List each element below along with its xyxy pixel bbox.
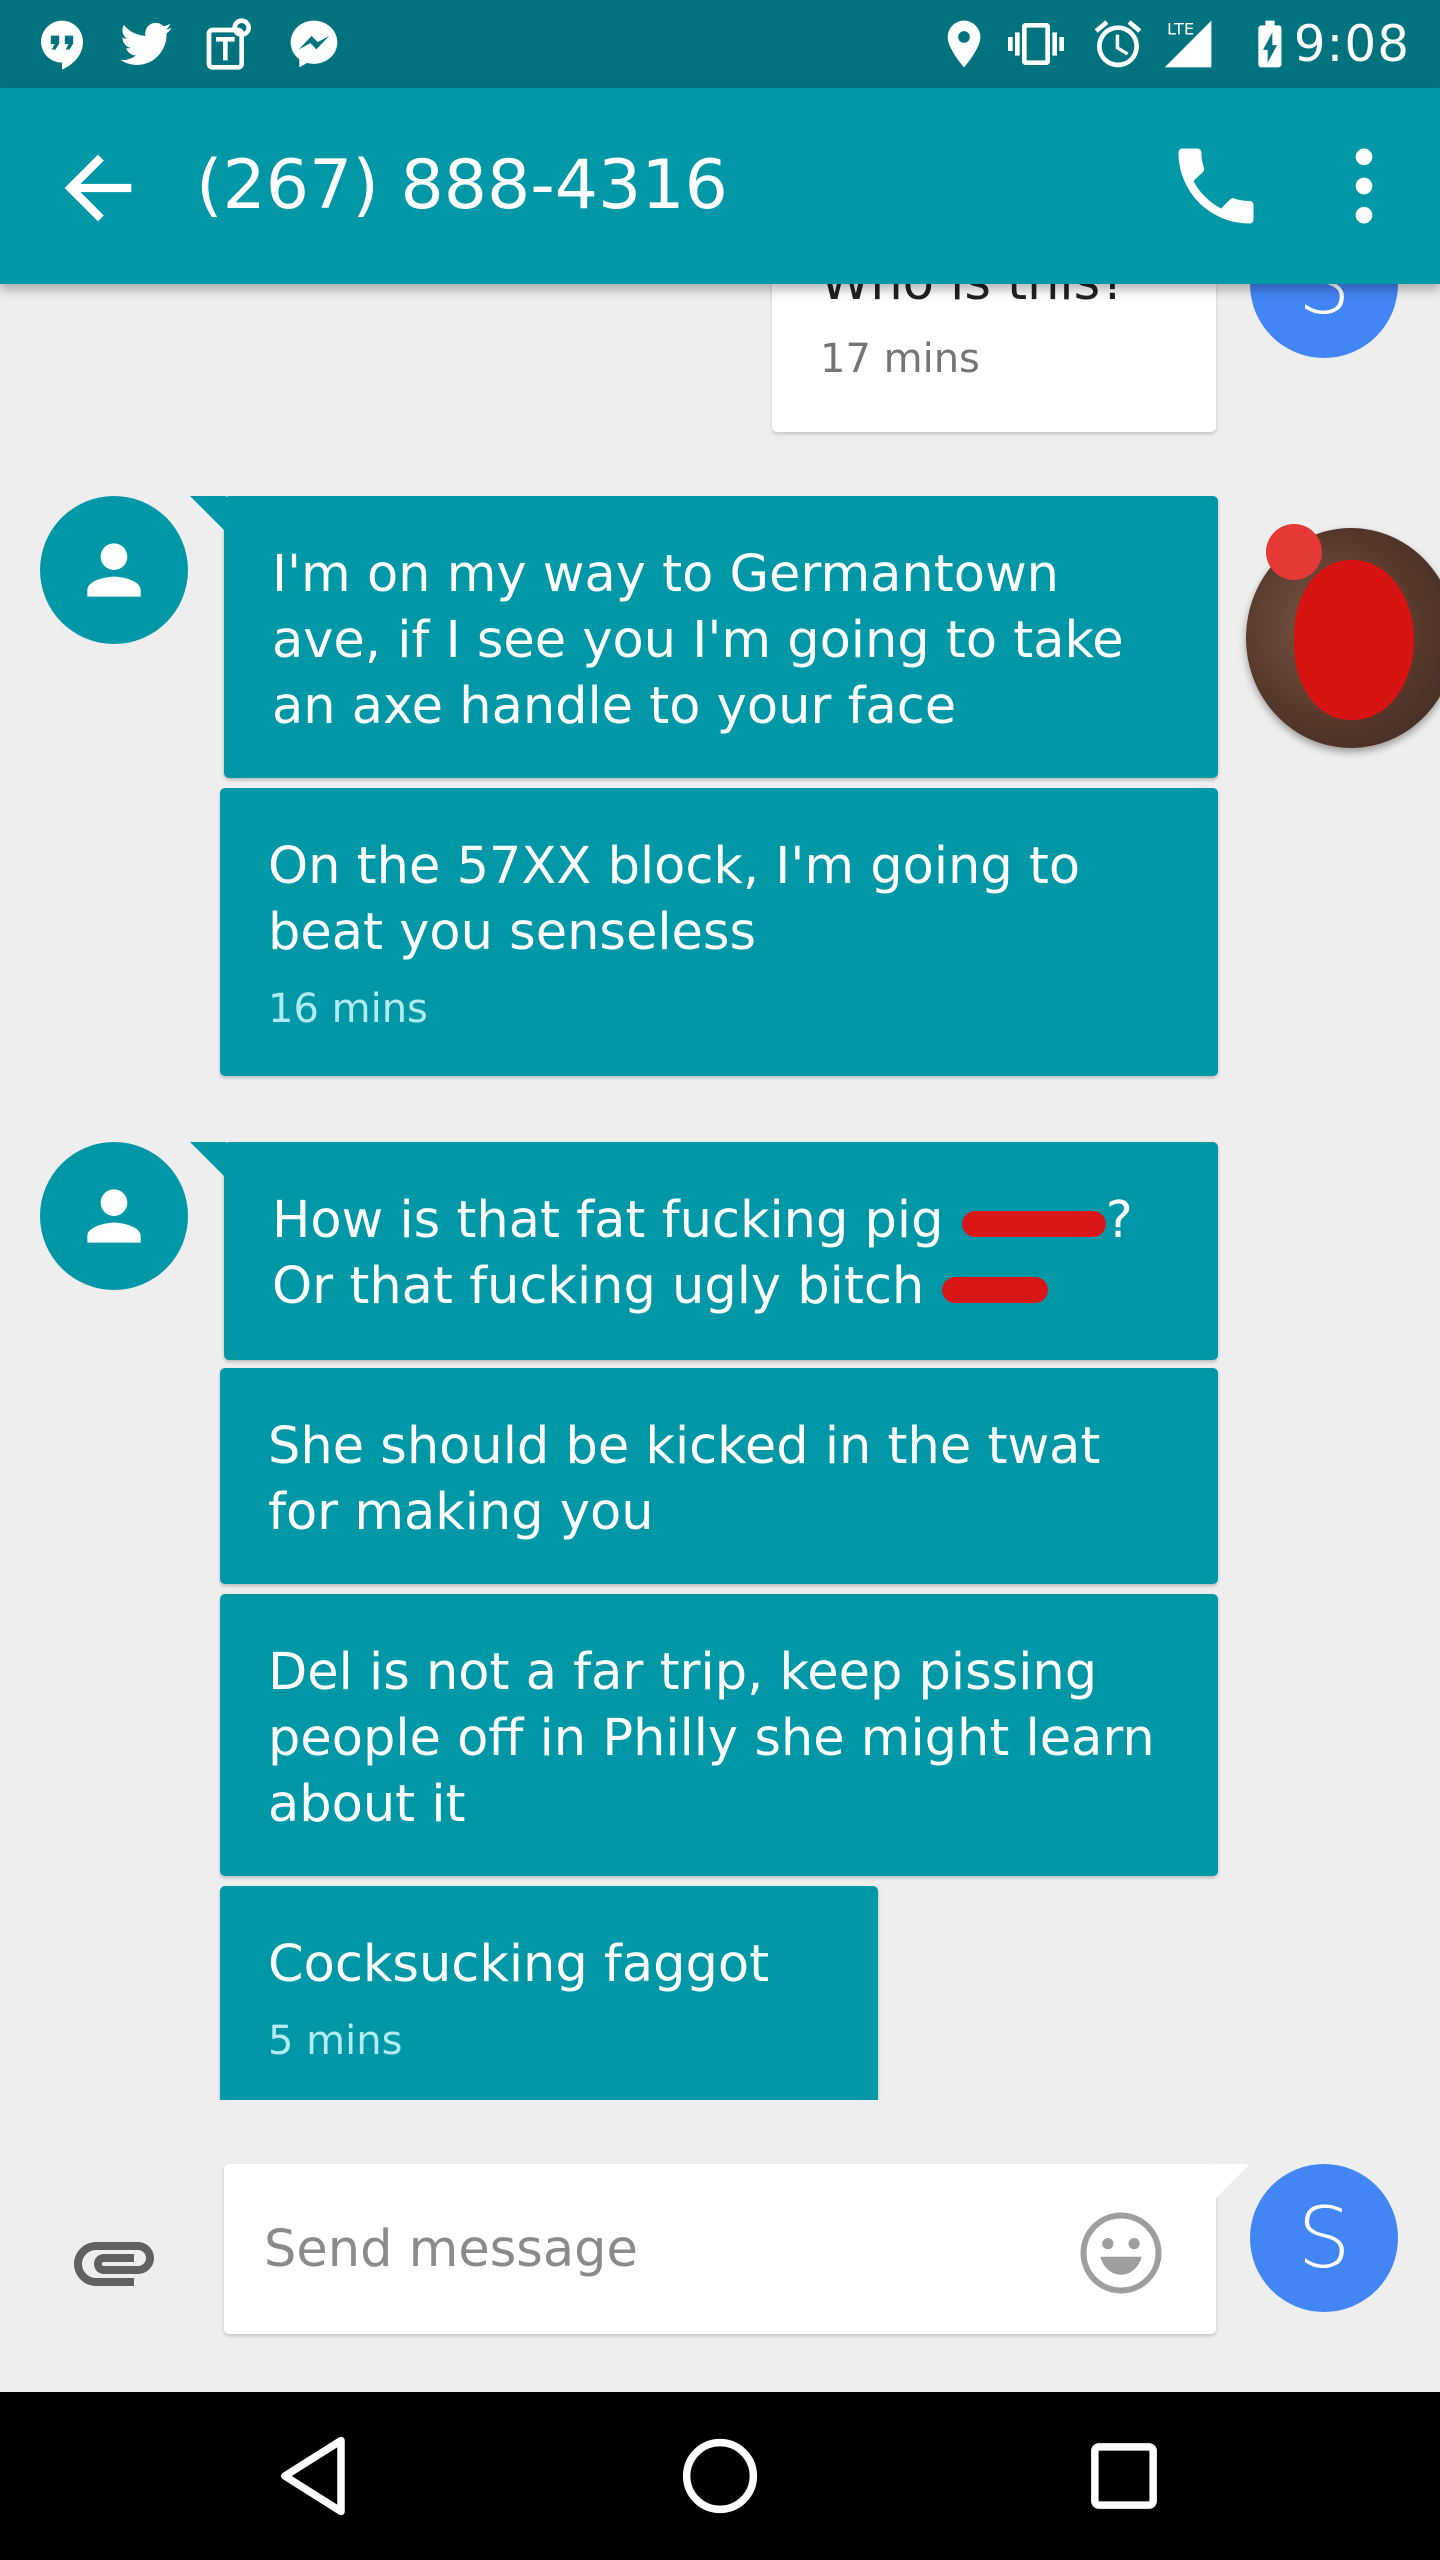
tmobile-icon (206, 18, 252, 70)
svg-text:LTE: LTE (1167, 20, 1194, 39)
messenger-icon (290, 20, 338, 68)
person-icon (87, 543, 141, 597)
status-time: 9:08 (1293, 15, 1410, 73)
message-time: 5 mins (268, 2018, 403, 2064)
alarm-icon (1094, 20, 1142, 68)
message-line: How is that fat fucking pig (272, 1191, 944, 1250)
compose-bar (0, 2100, 1440, 2392)
arrow-back-icon[interactable] (48, 138, 148, 238)
message-input[interactable] (264, 2204, 1044, 2294)
send-as-avatar[interactable]: S (1250, 2164, 1398, 2312)
message-text: Cocksucking faggot (268, 1935, 770, 1994)
battery-charging-icon (1258, 20, 1282, 68)
status-bar: LTE 9:08 (0, 0, 1440, 88)
attach-icon[interactable] (66, 2214, 162, 2310)
hangouts-icon (41, 20, 83, 70)
incoming-message[interactable]: She should be kicked in the twat for mak… (220, 1368, 1218, 1584)
contact-avatar[interactable] (40, 1142, 188, 1290)
notification-badge (1266, 524, 1322, 580)
nav-home-icon[interactable] (670, 2426, 770, 2526)
navigation-bar (0, 2392, 1440, 2560)
contact-avatar[interactable] (40, 496, 188, 644)
message-line-end: ? (1105, 1191, 1133, 1250)
message-text: Or that fucking ugly bitch (272, 1254, 1170, 1320)
message-text: Del is not a far trip, keep pissing peop… (268, 1643, 1155, 1834)
message-text: How is that fat fucking pig ? (272, 1188, 1170, 1254)
person-icon (87, 1189, 141, 1243)
compose-field[interactable] (224, 2164, 1250, 2334)
twitter-icon (120, 22, 172, 66)
message-list[interactable]: Who is this? 17 mins S I'm on my way to … (0, 284, 1440, 2100)
phone-icon[interactable] (1166, 136, 1266, 236)
vibrate-icon (1008, 23, 1064, 65)
message-time: 16 mins (268, 986, 428, 1032)
redacted-name (960, 1197, 1106, 1237)
incoming-message[interactable]: I'm on my way to Germantown ave, if I se… (190, 496, 1218, 778)
lte-signal-icon: LTE (1164, 20, 1212, 68)
incoming-message[interactable]: How is that fat fucking pig ? Or that fu… (190, 1142, 1218, 1360)
message-text: I'm on my way to Germantown ave, if I se… (272, 545, 1124, 736)
nav-back-icon[interactable] (266, 2426, 366, 2526)
conversation-title: (267) 888-4316 (196, 146, 728, 225)
message-line: Or that fucking ugly bitch (272, 1257, 925, 1316)
redacted-face (1294, 560, 1414, 720)
message-time: 17 mins (820, 336, 980, 382)
incoming-message[interactable]: Cocksucking faggot 5 mins (220, 1886, 878, 2100)
more-vert-icon[interactable] (1314, 136, 1414, 236)
redacted-name (940, 1263, 1050, 1303)
app-bar: (267) 888-4316 (0, 88, 1440, 284)
nav-recents-icon[interactable] (1074, 2426, 1174, 2526)
self-avatar[interactable]: S (1250, 284, 1398, 358)
incoming-message[interactable]: Del is not a far trip, keep pissing peop… (220, 1594, 1218, 1876)
incoming-message[interactable]: On the 57XX block, I'm going to beat you… (220, 788, 1218, 1076)
message-text: On the 57XX block, I'm going to beat you… (268, 837, 1081, 962)
emoji-icon[interactable] (1076, 2208, 1166, 2298)
message-text: Who is this? (820, 284, 1127, 316)
location-icon (947, 20, 981, 68)
message-text: She should be kicked in the twat for mak… (268, 1417, 1101, 1542)
outgoing-message[interactable]: Who is this? 17 mins (772, 284, 1216, 432)
